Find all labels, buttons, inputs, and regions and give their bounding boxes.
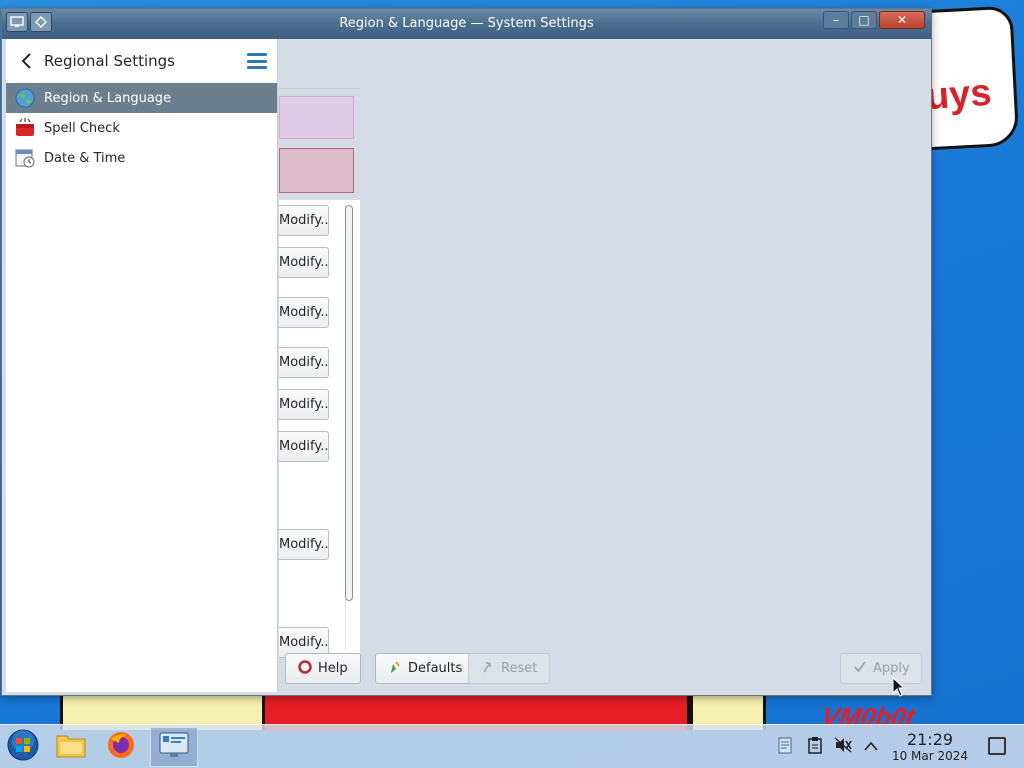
windows-orb-icon: [6, 728, 40, 766]
tray-expand[interactable]: [860, 725, 882, 768]
sidebar-item-label: Spell Check: [44, 120, 120, 136]
sidebar-header: Regional Settings: [6, 39, 277, 83]
clock-date: 10 Mar 2024: [891, 749, 969, 763]
window-title: Region & Language — System Settings: [339, 16, 594, 31]
help-icon: [298, 659, 312, 678]
help-label: Help: [318, 661, 348, 676]
modify-button[interactable]: Modify...: [279, 205, 329, 236]
clipboard-icon: [807, 736, 823, 758]
taskbar-clock[interactable]: 21:29 10 Mar 2024: [884, 731, 976, 764]
reset-button[interactable]: Reset: [468, 653, 550, 684]
modify-button[interactable]: Modify...: [279, 529, 329, 560]
taskbar-system-settings[interactable]: [150, 727, 198, 767]
clock-time: 21:29: [906, 730, 954, 749]
folder-icon: [55, 730, 87, 764]
tray-clipboard[interactable]: [774, 725, 796, 768]
spell-check-icon: [14, 117, 36, 139]
modify-button[interactable]: Modify...: [279, 347, 329, 378]
sidebar-item-label: Date & Time: [44, 150, 126, 166]
mouse-cursor-icon: [892, 676, 906, 701]
firefox-icon: [105, 729, 137, 765]
volume-muted-icon: [834, 737, 852, 757]
defaults-label: Defaults: [408, 661, 463, 676]
taskbar-firefox[interactable]: [98, 727, 144, 767]
calendar-icon: [14, 147, 36, 169]
reset-icon: [481, 660, 495, 678]
modify-button[interactable]: Modify...: [279, 247, 329, 278]
help-button[interactable]: Help: [285, 653, 361, 684]
desktop-sign-text: uys: [924, 71, 993, 119]
maximize-button[interactable]: □: [851, 11, 877, 29]
window-titlebar[interactable]: Region & Language — System Settings – □ …: [2, 9, 931, 39]
sidebar-item-region-language[interactable]: Region & Language: [6, 83, 277, 113]
reset-label: Reset: [501, 661, 538, 676]
modify-button[interactable]: Modify...: [279, 389, 329, 420]
taskbar: 21:29 10 Mar 2024: [0, 724, 1024, 768]
sidebar: Regional Settings Region & Language Spel…: [6, 39, 278, 692]
show-desktop-icon[interactable]: [988, 737, 1006, 755]
sidebar-title: Regional Settings: [44, 52, 176, 70]
close-button[interactable]: ✕: [879, 11, 925, 29]
apply-label: Apply: [873, 661, 910, 676]
settings-list: Modify... Modify... Modify... Modify... …: [279, 200, 360, 658]
sidebar-item-label: Region & Language: [44, 90, 172, 106]
minimize-icon: –: [833, 13, 839, 27]
start-menu-button[interactable]: [0, 727, 46, 767]
close-icon: ✕: [896, 13, 908, 27]
modify-button[interactable]: Modify...: [279, 431, 329, 462]
sidebar-item-date-time[interactable]: Date & Time: [6, 143, 277, 173]
hamburger-menu-icon[interactable]: [247, 53, 267, 69]
settings-content-partial: Modify... Modify... Modify... Modify... …: [279, 39, 360, 658]
content-header: [279, 39, 360, 89]
globe-icon: [14, 87, 36, 109]
sidebar-item-spell-check[interactable]: Spell Check: [6, 113, 277, 143]
maximize-icon: □: [858, 13, 870, 27]
defaults-icon: [388, 660, 402, 678]
checkmark-icon: [853, 660, 867, 678]
defaults-button[interactable]: Defaults: [375, 653, 476, 684]
back-arrow-icon[interactable]: [16, 50, 36, 72]
warning-message-banner: [279, 148, 354, 193]
info-message-banner: [279, 96, 354, 139]
chevron-up-icon: [864, 740, 878, 755]
system-settings-icon: [158, 730, 190, 764]
taskbar-file-manager[interactable]: [48, 727, 94, 767]
notes-icon: [777, 736, 793, 758]
modify-button[interactable]: Modify...: [279, 297, 329, 328]
scrollbar-thumb[interactable]: [345, 205, 353, 601]
minimize-button[interactable]: –: [823, 11, 849, 29]
apply-button[interactable]: Apply: [840, 653, 922, 684]
system-settings-window: Region & Language — System Settings – □ …: [1, 8, 932, 696]
tray-volume[interactable]: [832, 725, 854, 768]
tray-clipboard-manager[interactable]: [804, 725, 826, 768]
